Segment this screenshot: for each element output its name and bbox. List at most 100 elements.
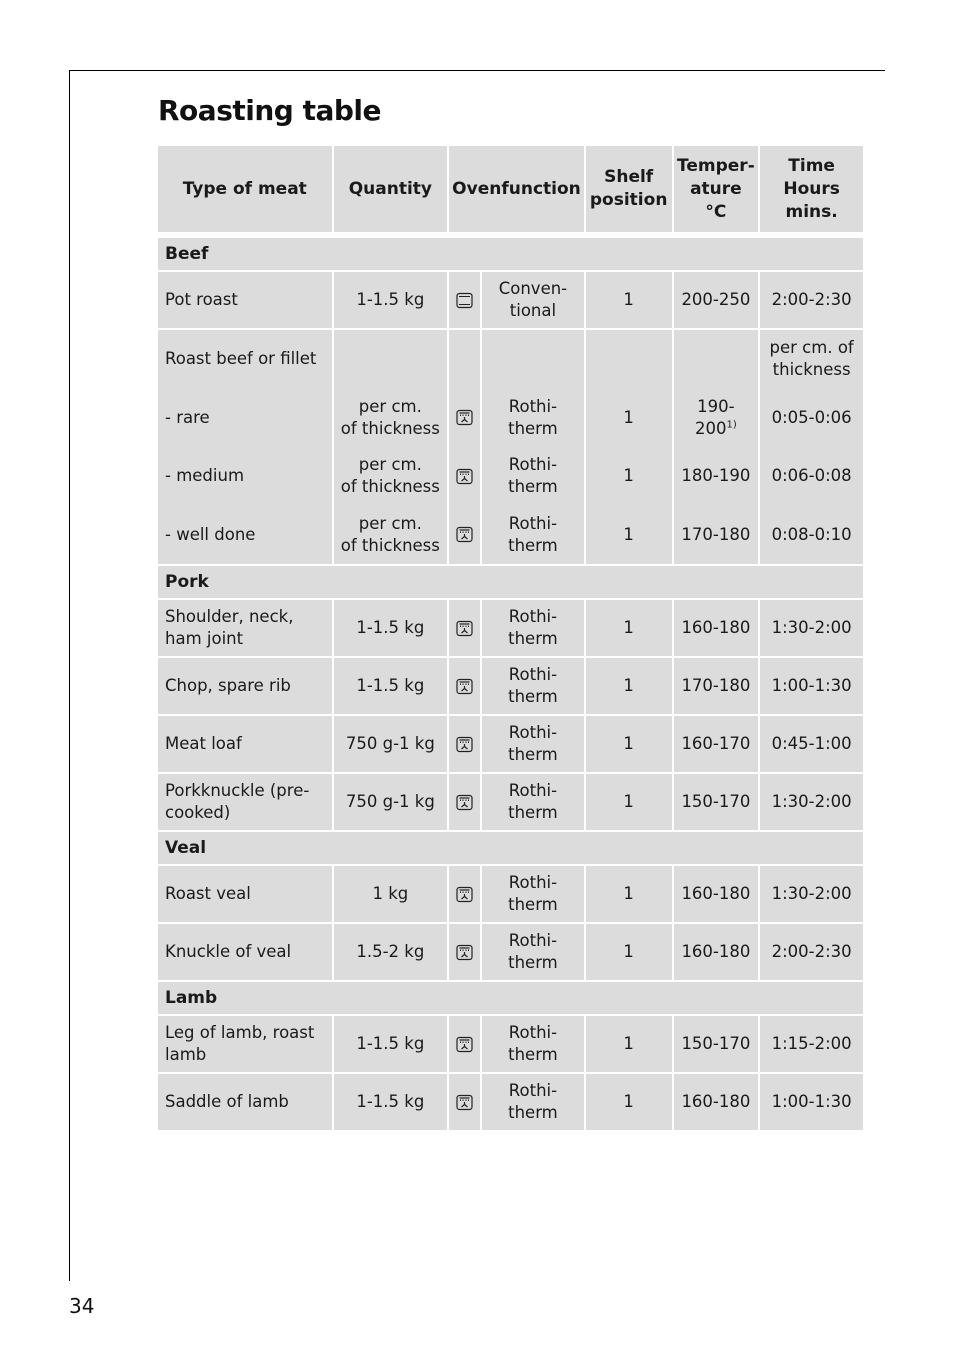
- ovenfunction-icon-cell: [449, 1074, 481, 1130]
- cell-quantity: 1-1.5 kg: [333, 600, 448, 656]
- cell-shelf-position: 1: [586, 389, 672, 448]
- group-title: Roast beef or fillet: [165, 349, 317, 369]
- rotitherm-icon: [456, 678, 473, 695]
- quantity-text: per cm. of thickness: [341, 454, 440, 498]
- function-line: Rothi-: [508, 723, 558, 742]
- rotitherm-icon: [456, 1036, 473, 1053]
- cell-type-of-meat: - well done: [158, 506, 332, 565]
- rotitherm-icon: [456, 886, 473, 903]
- cell-shelf-position: 1: [585, 774, 672, 830]
- temperature-text: 190- 2001): [695, 396, 737, 440]
- function-line: therm: [508, 477, 558, 497]
- time-text: 1:30-2:00: [771, 618, 852, 637]
- cell-temperature: 160-180: [673, 1074, 759, 1130]
- section-header-veal: Veal: [158, 832, 863, 864]
- type-text: - medium: [165, 466, 245, 486]
- cell-shelf-position: 1: [585, 716, 672, 772]
- empty-sub-cell: [674, 330, 759, 389]
- function-text: Rothi-therm: [508, 1022, 558, 1066]
- quantity-line: per cm.: [358, 513, 422, 533]
- shelf-text: 1: [623, 676, 634, 695]
- cell-quantity: 1.5-2 kg: [333, 924, 448, 980]
- function-line: therm: [508, 1045, 558, 1064]
- temperature-line: 190-: [697, 396, 735, 416]
- time-text: 1:00-1:30: [771, 1092, 852, 1111]
- time-text: 1:00-1:30: [771, 676, 852, 695]
- cell-time: 1:30-2:00: [760, 600, 863, 656]
- type-text: Saddle of lamb: [165, 1092, 289, 1111]
- function-line: therm: [508, 745, 558, 764]
- shelf-text: 1: [623, 792, 634, 811]
- shelf-text: 1: [623, 466, 634, 486]
- cell-time: 2:00-2:30: [760, 924, 863, 980]
- table-body: Beef Pot roast 1-1.5 kg Conven-tional 1 200-2…: [158, 238, 863, 1130]
- cell-ovenfunction: Rothi-therm: [482, 1016, 584, 1072]
- cell-ovenfunction: Rothi-therm: [482, 600, 584, 656]
- group-col-time: per cm. of thickness 0:05-0:06 0:06-0:08 0:0…: [760, 330, 863, 564]
- shelf-text: 1: [623, 1092, 634, 1111]
- ovenfunction-icon-cell: [449, 866, 481, 922]
- cell-shelf-position: 1: [585, 1016, 672, 1072]
- shelf-text: 1: [623, 884, 634, 903]
- quantity-text: 1.5-2 kg: [356, 942, 425, 961]
- rotitherm-icon: [456, 526, 473, 543]
- cell-shelf-position: 1: [585, 272, 672, 328]
- shelf-text: 1: [623, 407, 634, 427]
- temperature-text: 160-180: [681, 942, 751, 961]
- empty-sub-cell: [586, 330, 672, 389]
- cell-shelf-position: 1: [586, 447, 672, 506]
- function-text: Rothi-therm: [508, 664, 558, 708]
- header-shelf-line: Shelf: [604, 167, 654, 187]
- function-line: therm: [508, 687, 558, 706]
- function-line: therm: [508, 418, 558, 438]
- quantity-text: per cm. of thickness: [341, 396, 440, 440]
- temperature-text: 200-250: [681, 290, 751, 309]
- table-row: Meat loaf 750 g-1 kg Rothi-therm 1 160-170 0:…: [158, 716, 863, 772]
- function-text: Rothi-therm: [508, 780, 558, 824]
- cell-time: 0:05-0:06: [760, 389, 863, 448]
- cell-type-of-meat: Chop, spare rib: [158, 658, 332, 714]
- cell-time: 2:00-2:30: [760, 272, 863, 328]
- conventional-oven-icon: [456, 292, 473, 309]
- cell-time: 1:15-2:00: [760, 1016, 863, 1072]
- cell-quantity: per cm. of thickness: [334, 506, 448, 565]
- function-line: tional: [509, 301, 557, 320]
- quantity-text: per cm. of thickness: [341, 513, 440, 557]
- temperature-text: 150-170: [681, 792, 751, 811]
- cell-temperature: 160-170: [673, 716, 759, 772]
- time-text: 1:30-2:00: [771, 792, 852, 811]
- cell-shelf-position: 1: [585, 658, 672, 714]
- time-text: 1:15-2:00: [771, 1034, 852, 1053]
- group-col-quantity: per cm. of thickness per cm. of thickness pe…: [333, 330, 448, 565]
- quantity-line: of thickness: [340, 477, 440, 497]
- header-time-line: Time: [788, 155, 835, 176]
- cell-temperature: 150-170: [673, 1016, 759, 1072]
- function-text: Rothi-therm: [508, 722, 558, 766]
- time-note-text: per cm. of thickness: [770, 337, 854, 381]
- function-line: Conven-: [498, 279, 568, 298]
- type-text: Chop, spare rib: [165, 676, 291, 695]
- header-shelf-line: position: [589, 190, 668, 210]
- function-line: therm: [508, 1103, 558, 1122]
- ovenfunction-icon-cell: [449, 716, 481, 772]
- ovenfunction-icon-cell: [449, 389, 480, 448]
- rotitherm-icon: [456, 468, 473, 485]
- quantity-text: 750 g-1 kg: [345, 792, 435, 811]
- time-text: 2:00-2:30: [771, 942, 852, 961]
- cell-shelf-position: 1: [585, 924, 672, 980]
- table-row: Saddle of lamb 1-1.5 kg Rothi-therm 1 160-18…: [158, 1074, 863, 1130]
- type-text: Knuckle of veal: [165, 942, 292, 961]
- empty-sub-cell: [449, 330, 480, 389]
- function-line: Rothi-: [508, 455, 558, 475]
- cell-temperature: 150-170: [673, 774, 759, 830]
- header-time: Time Hours mins.: [760, 146, 863, 232]
- section-header-beef: Beef: [158, 238, 863, 270]
- group-col-shelf: 1 1 1: [585, 330, 672, 564]
- table-row: Shoulder, neck, ham joint 1-1.5 kg Rothi-t…: [158, 600, 863, 656]
- quantity-text: 1-1.5 kg: [356, 676, 425, 695]
- type-text: - well done: [165, 524, 256, 544]
- function-line: Rothi-: [508, 781, 558, 800]
- time-text: 2:00-2:30: [771, 290, 852, 309]
- type-text: - rare: [165, 407, 210, 427]
- group-col-ovenfunction: Rothi-therm Rothi-therm Rothi-therm: [482, 330, 584, 564]
